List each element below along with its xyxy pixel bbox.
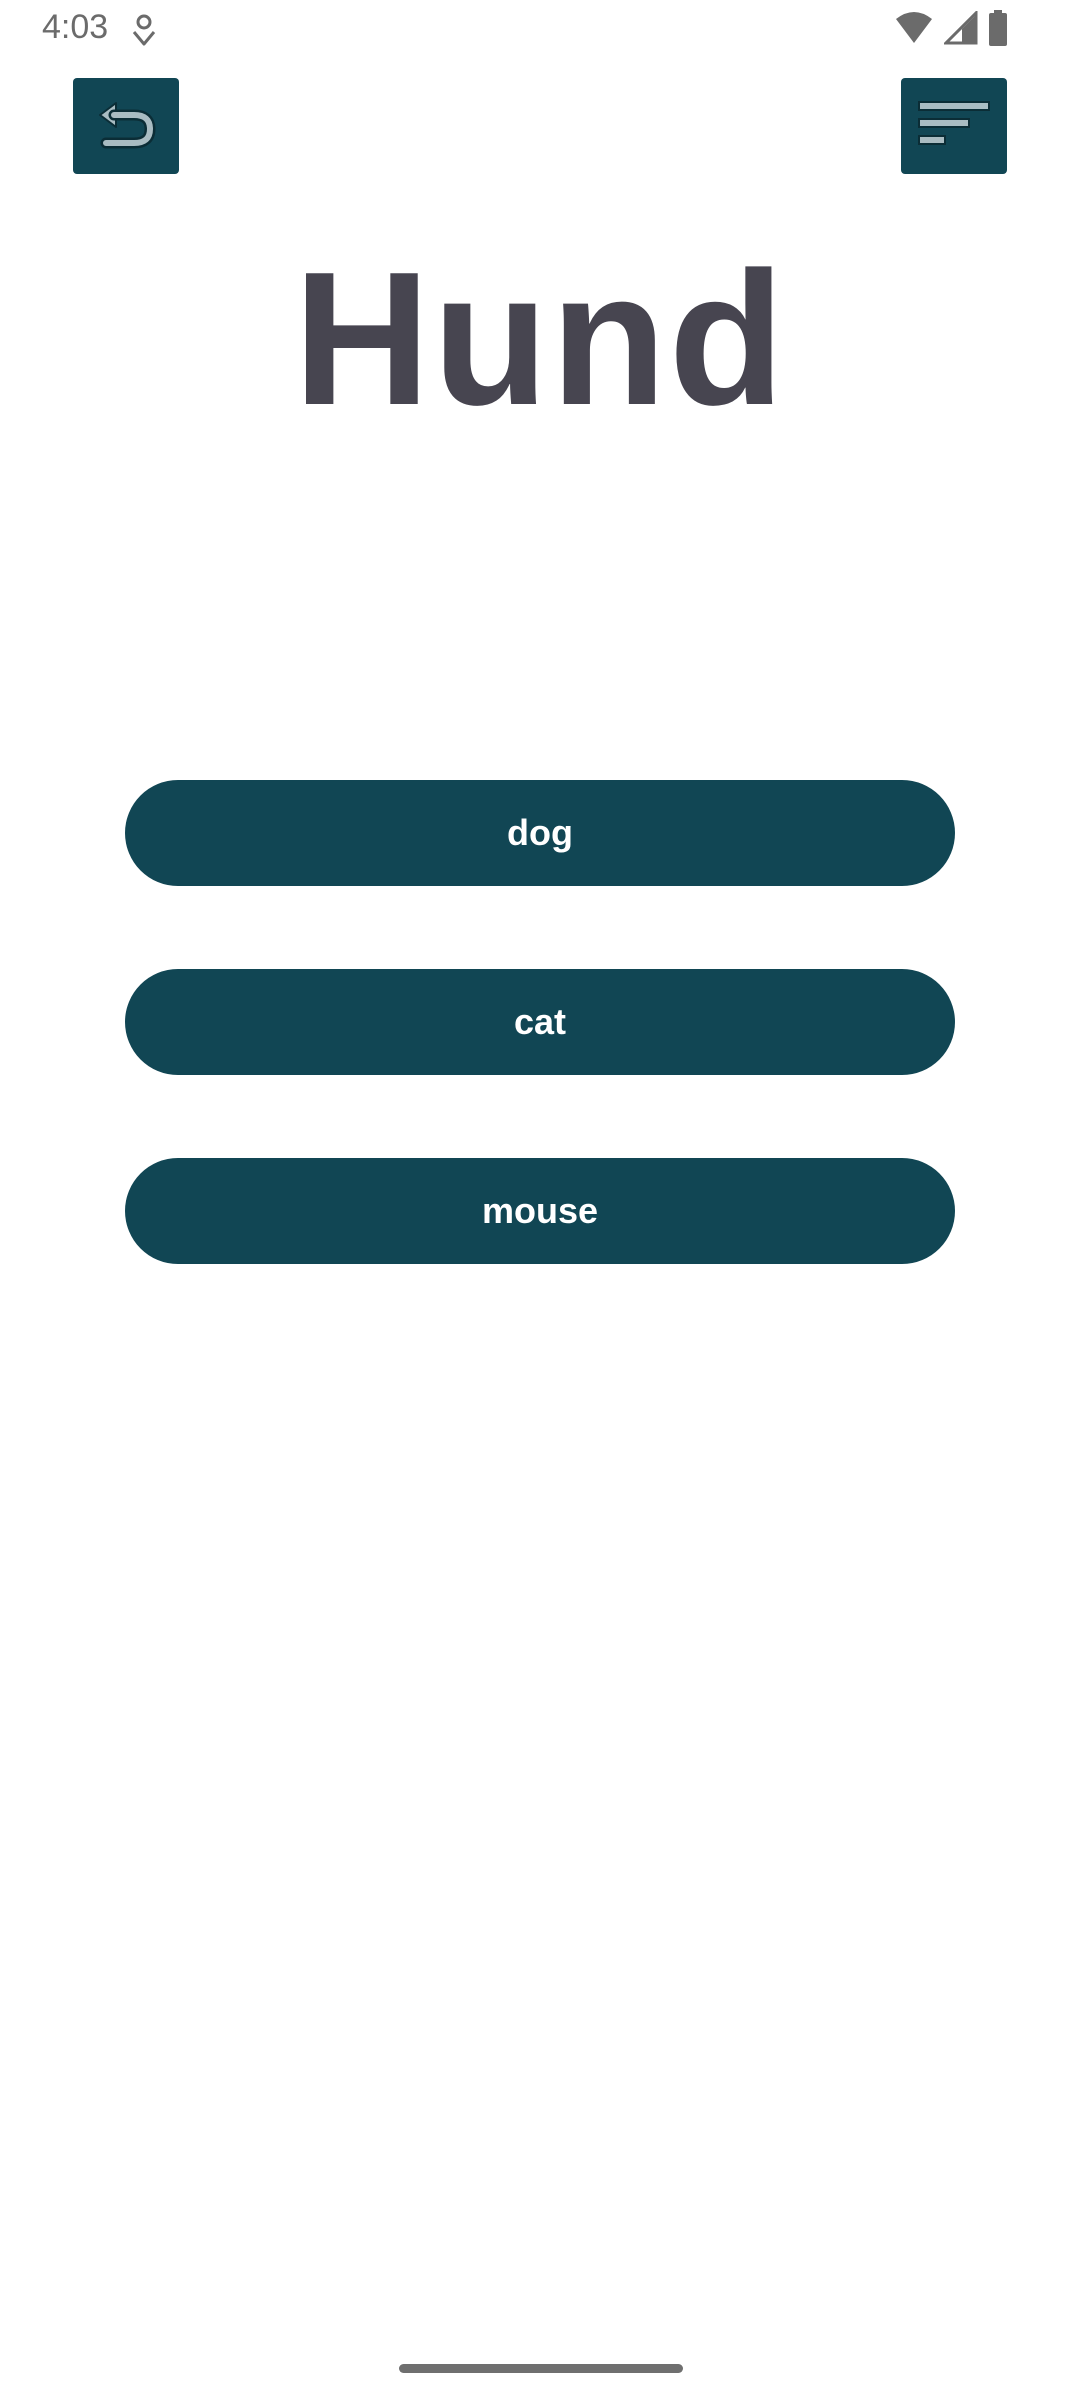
cellular-signal-icon [942, 8, 978, 50]
battery-icon [988, 9, 1008, 51]
status-icons [894, 8, 1008, 51]
status-time: 4:03 [42, 8, 109, 46]
wifi-icon [894, 11, 934, 50]
notification-icon [130, 14, 158, 48]
sort-lines-icon [917, 98, 991, 155]
back-button[interactable] [73, 78, 179, 174]
quiz-word: Hund [293, 233, 787, 445]
answer-choices: dog cat mouse [125, 780, 955, 1347]
undo-arrow-icon [94, 95, 158, 158]
choice-button-dog[interactable]: dog [125, 780, 955, 886]
choice-button-cat[interactable]: cat [125, 969, 955, 1075]
home-indicator[interactable] [399, 2364, 683, 2373]
choice-button-mouse[interactable]: mouse [125, 1158, 955, 1264]
status-bar: 4:03 [0, 0, 1080, 62]
menu-button[interactable] [901, 78, 1007, 174]
